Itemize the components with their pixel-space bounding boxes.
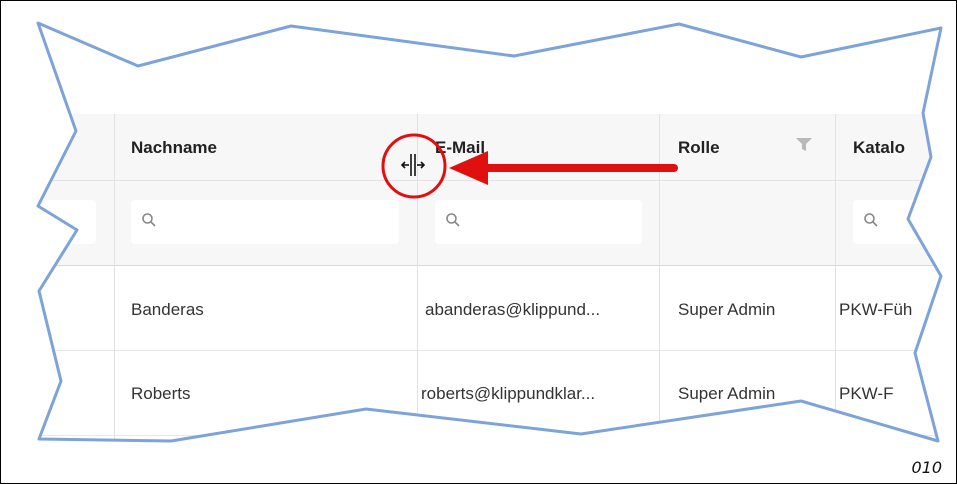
torn-screenshot-clip: Nachname E-Mail Rolle Katalo Banderas ab… bbox=[38, 23, 941, 441]
screenshot-frame: Nachname E-Mail Rolle Katalo Banderas ab… bbox=[0, 0, 957, 484]
filter-input-nachname[interactable] bbox=[131, 200, 399, 244]
filter-input-email[interactable] bbox=[435, 200, 642, 244]
cell-nachname: Roberts bbox=[131, 384, 191, 403]
data-grid: Nachname E-Mail Rolle Katalo Banderas ab… bbox=[38, 23, 941, 441]
cell-katalog: PKW-F bbox=[839, 384, 894, 403]
filter-input-col1[interactable] bbox=[38, 200, 96, 244]
cell-katalog: PKW-Füh bbox=[839, 300, 913, 319]
header-email[interactable]: E-Mail bbox=[435, 138, 485, 158]
column-divider-resize-handle[interactable] bbox=[417, 114, 418, 441]
search-icon bbox=[446, 213, 460, 227]
page-number: 010 bbox=[911, 458, 942, 477]
search-icon bbox=[864, 213, 878, 227]
column-divider[interactable] bbox=[114, 114, 115, 441]
cell-email: abanderas@klippund... bbox=[425, 300, 601, 319]
filter-input-katalog[interactable] bbox=[853, 200, 941, 244]
column-divider[interactable] bbox=[835, 114, 836, 441]
search-icon bbox=[142, 213, 156, 227]
header-katalog[interactable]: Katalo bbox=[853, 138, 905, 158]
cell-nachname: Banderas bbox=[131, 300, 204, 319]
cell-email: roberts@klippundklar... bbox=[421, 384, 596, 403]
cell-rolle: Super Admin bbox=[678, 300, 776, 319]
header-rolle[interactable]: Rolle bbox=[678, 138, 720, 158]
cell-rolle: Super Admin bbox=[678, 384, 776, 403]
column-divider[interactable] bbox=[659, 114, 660, 441]
funnel-icon[interactable] bbox=[796, 138, 812, 152]
header-nachname[interactable]: Nachname bbox=[131, 138, 217, 158]
